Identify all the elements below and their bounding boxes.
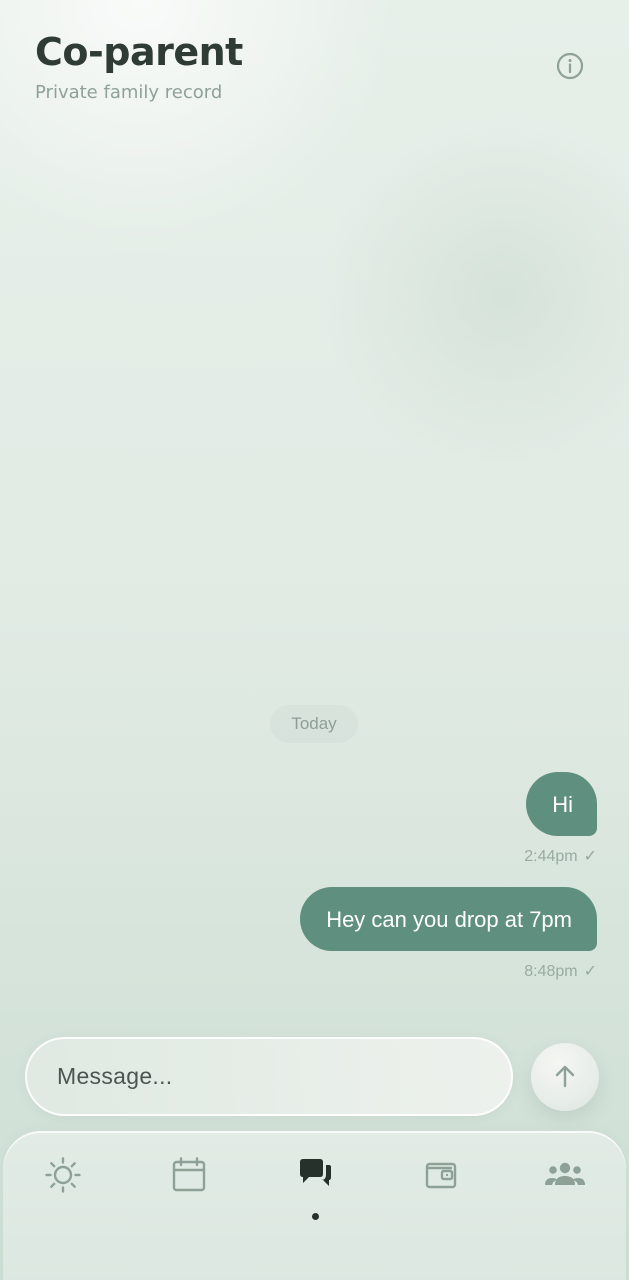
- message-input[interactable]: [55, 1053, 479, 1100]
- message-item: Hey can you drop at 7pm 8:48pm ✓: [300, 887, 597, 981]
- message-item: Hi 2:44pm ✓: [524, 772, 597, 866]
- message-bubble: Hi: [526, 772, 597, 836]
- people-icon: [544, 1158, 586, 1192]
- nav-wallet[interactable]: [413, 1147, 469, 1203]
- wallet-icon: [424, 1158, 458, 1192]
- chat-icon: [296, 1156, 334, 1194]
- bottom-navigation: [3, 1131, 626, 1280]
- message-time: 2:44pm: [524, 848, 578, 865]
- nav-calendar[interactable]: [161, 1147, 217, 1203]
- header: Co-parent Private family record: [35, 28, 594, 118]
- check-icon: ✓: [583, 848, 597, 865]
- check-icon: ✓: [583, 963, 597, 980]
- nav-family[interactable]: [537, 1147, 593, 1203]
- date-chip: Today: [270, 705, 358, 743]
- sun-icon: [44, 1156, 82, 1194]
- info-button[interactable]: [554, 50, 586, 82]
- message-bubble: Hey can you drop at 7pm: [300, 887, 597, 951]
- send-button[interactable]: [531, 1043, 599, 1111]
- page-title: Co-parent: [35, 30, 243, 74]
- arrow-up-icon: [551, 1063, 579, 1091]
- active-indicator: [312, 1213, 319, 1220]
- calendar-icon: [171, 1156, 207, 1194]
- message-composer: [25, 1037, 513, 1116]
- message-meta: 2:44pm ✓: [524, 848, 597, 866]
- nav-home[interactable]: [35, 1147, 91, 1203]
- nav-messages[interactable]: [287, 1147, 343, 1203]
- app-screen: Co-parent Private family record Today Hi…: [0, 0, 629, 1280]
- message-time: 8:48pm: [524, 963, 578, 980]
- info-icon: [555, 51, 585, 81]
- message-meta: 8:48pm ✓: [524, 963, 597, 981]
- page-subtitle: Private family record: [35, 82, 223, 103]
